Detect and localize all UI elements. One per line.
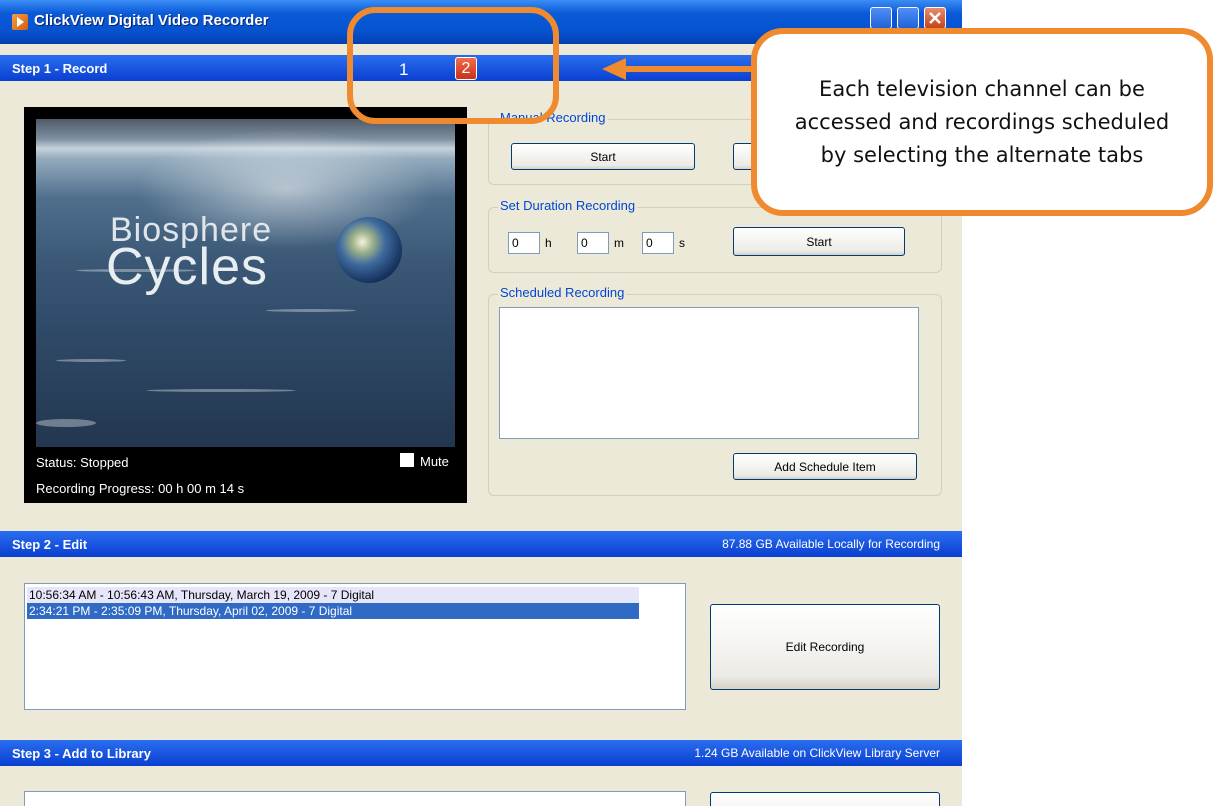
- local-storage-info: 87.88 GB Available Locally for Recording: [722, 537, 940, 551]
- minutes-input[interactable]: [577, 232, 609, 254]
- status-text: Status: Stopped: [36, 455, 129, 470]
- video-preview: Biosphere Cycles Status: Stopped Recordi…: [24, 107, 467, 503]
- app-logo-icon: [12, 14, 28, 30]
- add-to-library-button[interactable]: [710, 792, 940, 806]
- edit-recording-button[interactable]: Edit Recording: [710, 604, 940, 690]
- window-title: ClickView Digital Video Recorder: [34, 12, 269, 29]
- maximize-button[interactable]: [897, 7, 919, 29]
- close-button[interactable]: [924, 7, 946, 29]
- minutes-unit: m: [614, 236, 624, 250]
- mute-checkbox[interactable]: [400, 453, 414, 467]
- step3-header: Step 3 - Add to Library 1.24 GB Availabl…: [0, 740, 962, 766]
- close-icon: [929, 12, 941, 24]
- recording-progress: Recording Progress: 00 h 00 m 14 s: [36, 481, 245, 496]
- mute-label: Mute: [420, 454, 449, 469]
- recordings-list[interactable]: 10:56:34 AM - 10:56:43 AM, Thursday, Mar…: [24, 583, 686, 710]
- step2-header: Step 2 - Edit 87.88 GB Available Locally…: [0, 531, 962, 557]
- seconds-input[interactable]: [642, 232, 674, 254]
- video-frame: Biosphere Cycles: [36, 119, 455, 447]
- hours-unit: h: [545, 236, 552, 250]
- tabs-highlight: [347, 7, 559, 124]
- callout-arrow: [622, 66, 755, 72]
- globe-icon: [336, 217, 402, 283]
- hours-input[interactable]: [508, 232, 540, 254]
- video-title-line2: Cycles: [106, 238, 269, 296]
- recording-item[interactable]: 10:56:34 AM - 10:56:43 AM, Thursday, Mar…: [27, 587, 639, 603]
- minimize-button[interactable]: [870, 7, 892, 29]
- scheduled-recording-label: Scheduled Recording: [498, 285, 627, 300]
- callout-box: Each television channel can be accessed …: [751, 28, 1213, 216]
- recording-item-selected[interactable]: 2:34:21 PM - 2:35:09 PM, Thursday, April…: [27, 603, 639, 619]
- schedule-list[interactable]: [499, 307, 919, 439]
- seconds-unit: s: [679, 236, 685, 250]
- manual-start-button[interactable]: Start: [511, 143, 695, 170]
- step1-title: Step 1 - Record: [12, 61, 108, 76]
- duration-recording-label: Set Duration Recording: [498, 198, 638, 213]
- add-schedule-item-button[interactable]: Add Schedule Item: [733, 453, 917, 480]
- step3-title: Step 3 - Add to Library: [12, 746, 151, 761]
- callout-text: Each television channel can be accessed …: [794, 76, 1170, 167]
- library-list[interactable]: [24, 791, 686, 806]
- library-storage-info: 1.24 GB Available on ClickView Library S…: [694, 746, 940, 760]
- arrow-left-icon: [602, 58, 626, 80]
- duration-start-button[interactable]: Start: [733, 227, 905, 256]
- step2-title: Step 2 - Edit: [12, 537, 88, 552]
